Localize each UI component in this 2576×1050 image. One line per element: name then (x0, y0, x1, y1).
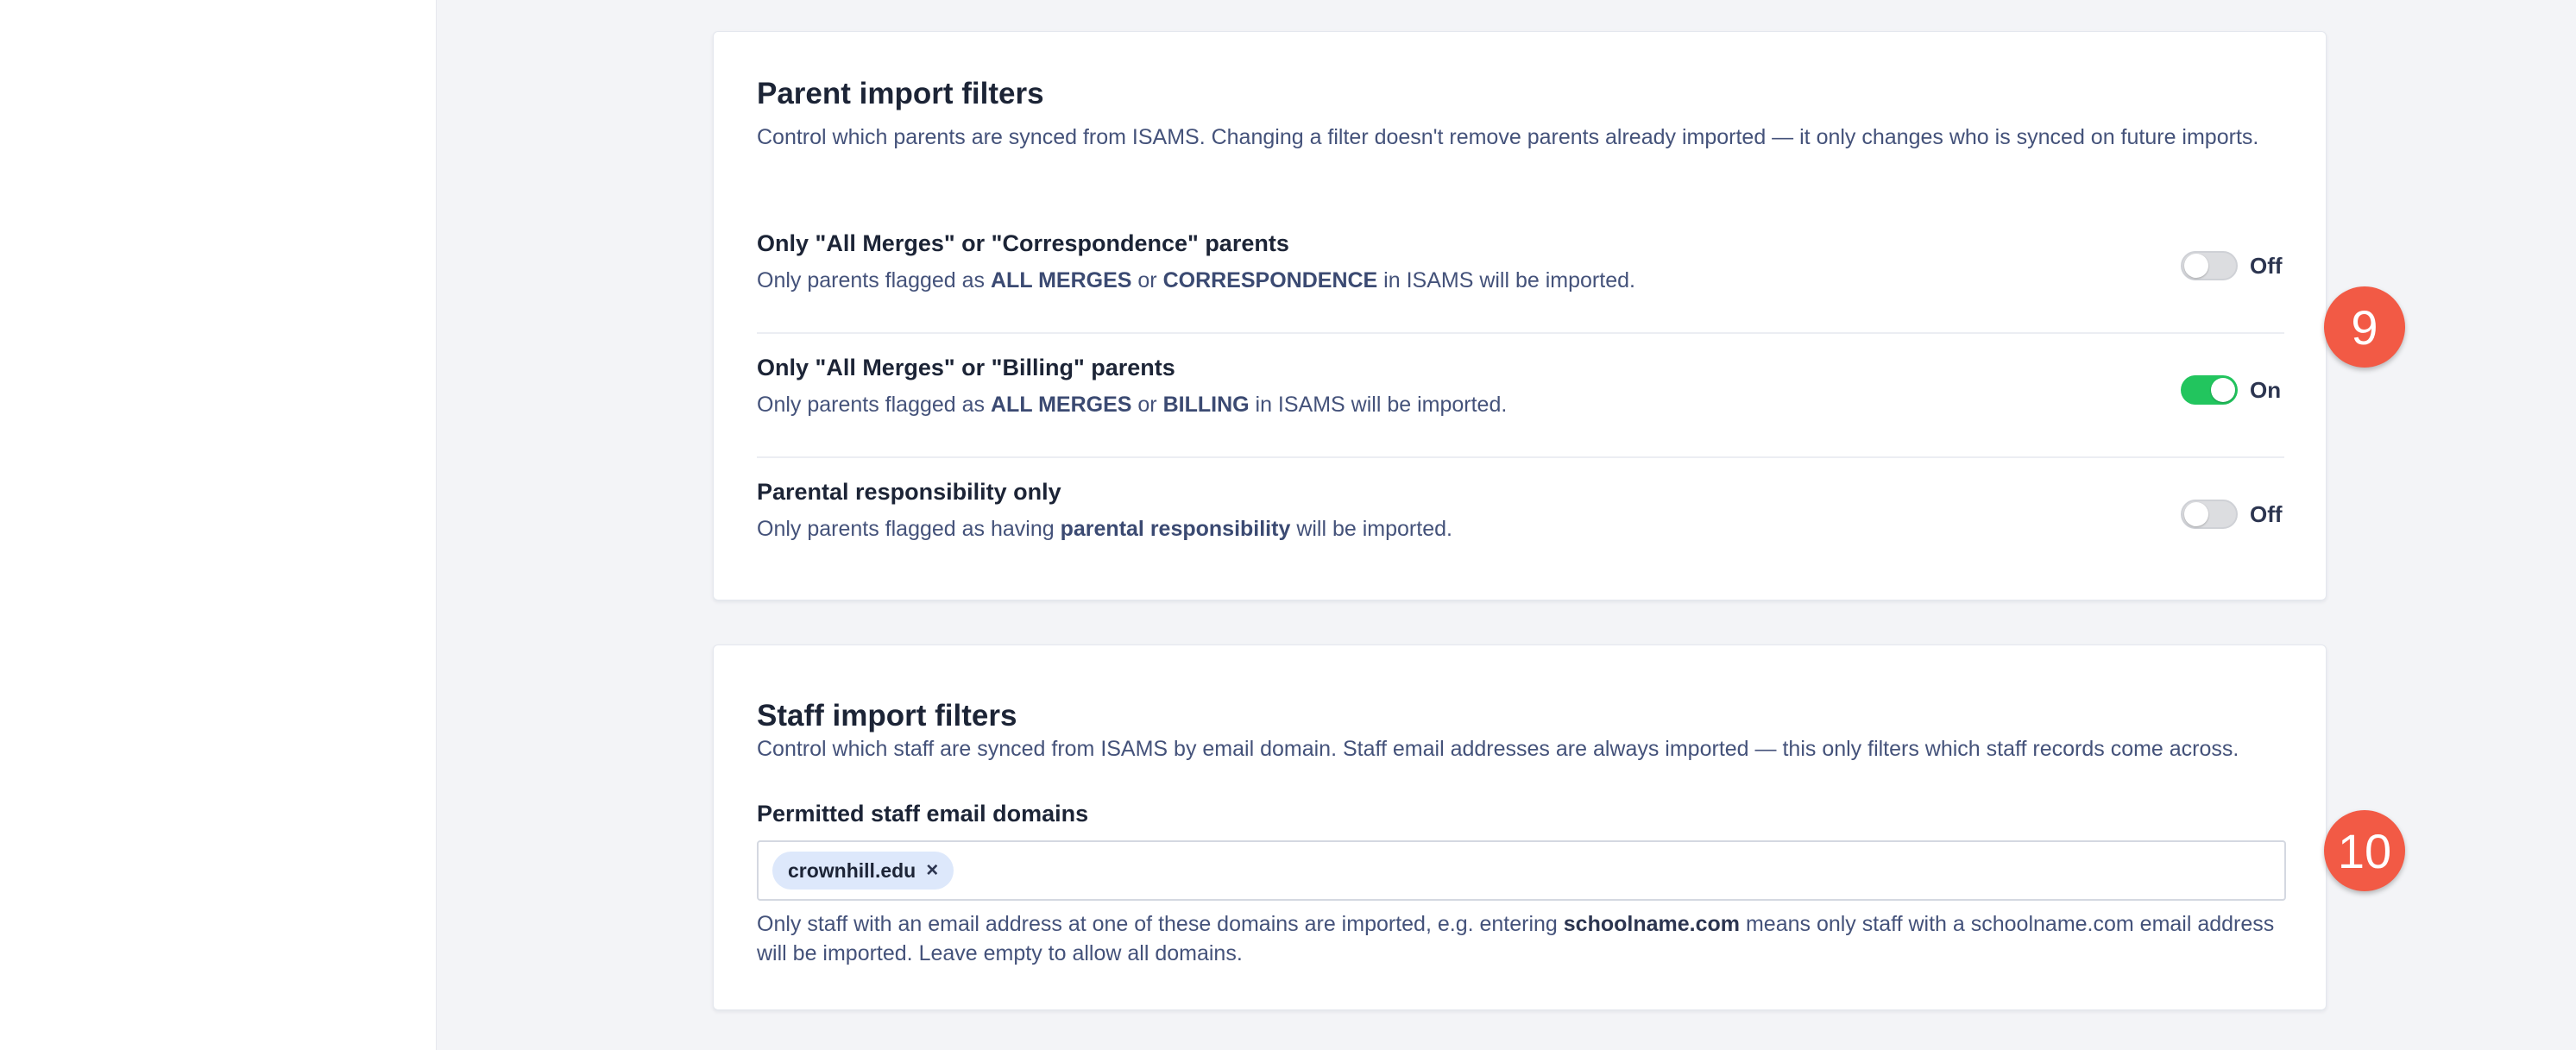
filter-row-parental-responsibility: Parental responsibility only Only parent… (757, 456, 2284, 581)
parent-filters-title: Parent import filters (757, 77, 1044, 110)
filter-title: Only "All Merges" or "Billing" parents (757, 355, 1175, 380)
toggle-knob (2184, 502, 2208, 526)
toggle-group: On (2181, 375, 2284, 405)
staff-filters-title: Staff import filters (757, 699, 1017, 732)
toggle-group: Off (2181, 500, 2284, 529)
correspondence-toggle[interactable] (2181, 251, 2238, 280)
staff-filters-description: Control which staff are synced from ISAM… (757, 737, 2239, 761)
email-domains-hint: Only staff with an email address at one … (757, 912, 2275, 965)
toggle-state-label: Off (2250, 500, 2283, 527)
parent-import-filters-card: Parent import filters Control which pare… (713, 31, 2327, 600)
toggle-state-label: Off (2250, 252, 2283, 279)
email-domains-input[interactable]: crownhill.edu × (757, 840, 2286, 901)
staff-import-filters-card: Staff import filters Control which staff… (713, 644, 2327, 1010)
filter-description: Only parents flagged as ALL MERGES or BI… (757, 393, 1508, 417)
parent-filters-description: Control which parents are synced from IS… (757, 125, 2259, 149)
left-sidebar-panel (0, 0, 437, 1050)
toggle-knob (2184, 254, 2208, 278)
filter-title: Parental responsibility only (757, 479, 1061, 505)
toggle-knob (2211, 378, 2235, 402)
filter-row-correspondence: Only "All Merges" or "Correspondence" pa… (757, 208, 2284, 334)
email-domains-label: Permitted staff email domains (757, 801, 1089, 827)
billing-toggle[interactable] (2181, 375, 2238, 405)
annotation-badge-10: 10 (2324, 810, 2405, 891)
toggle-state-label: On (2250, 376, 2282, 403)
domain-tag-label: crownhill.edu (788, 858, 916, 882)
domain-tag: crownhill.edu × (772, 852, 954, 890)
filter-row-billing: Only "All Merges" or "Billing" parents O… (757, 332, 2284, 458)
remove-tag-icon[interactable]: × (926, 858, 938, 883)
filter-description: Only parents flagged as ALL MERGES or CO… (757, 268, 1635, 292)
annotation-badge-9: 9 (2324, 286, 2405, 368)
filter-description: Only parents flagged as having parental … (757, 517, 1452, 541)
filter-title: Only "All Merges" or "Correspondence" pa… (757, 230, 1289, 256)
toggle-group: Off (2181, 251, 2284, 280)
parental-responsibility-toggle[interactable] (2181, 500, 2238, 529)
